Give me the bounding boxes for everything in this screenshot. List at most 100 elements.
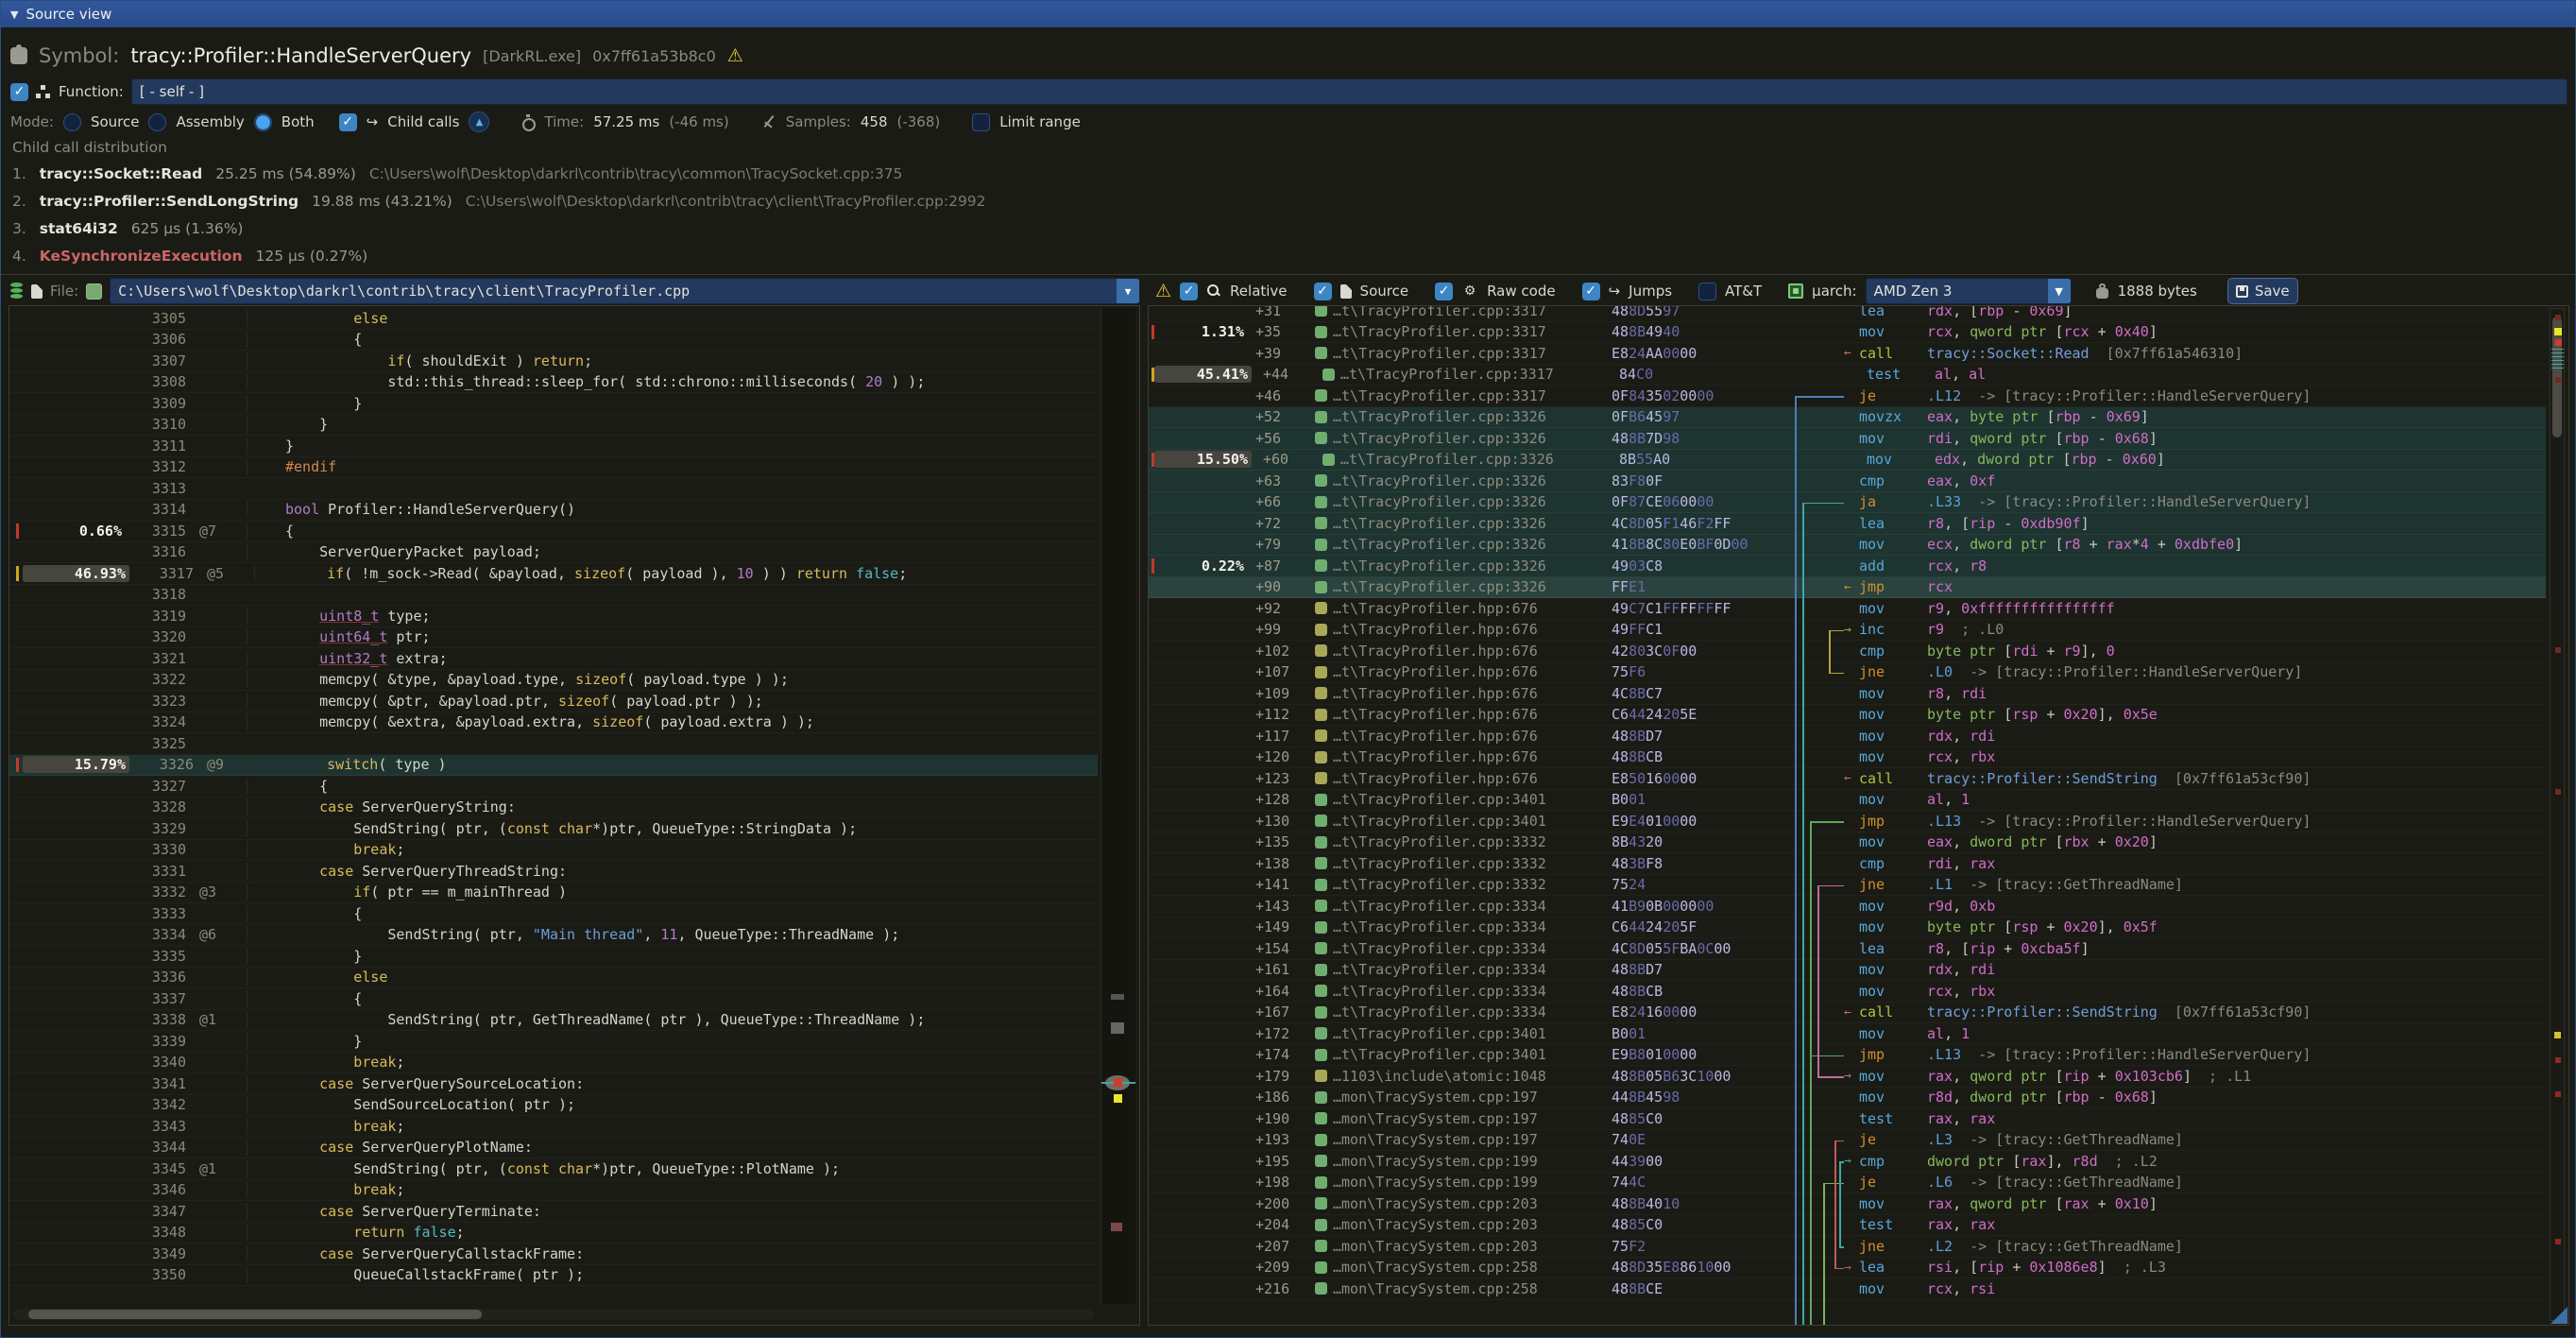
asm-row[interactable]: +207…mon\TracySystem.cpp:20375F2jne.L2 -…: [1149, 1236, 2546, 1258]
asm-row[interactable]: +128…t\TracyProfiler.cpp:3401B001moval, …: [1149, 790, 2546, 812]
source-line[interactable]: 3316 ServerQueryPacket payload;: [9, 542, 1098, 564]
asm-row[interactable]: +149…t\TracyProfiler.cpp:3334C64424205Fm…: [1149, 918, 2546, 939]
asm-row[interactable]: +79…t\TracyProfiler.cpp:3326418B8C80E0BF…: [1149, 535, 2546, 557]
scrollbar-thumb[interactable]: [28, 1310, 482, 1319]
asm-row[interactable]: 0.22%+87…t\TracyProfiler.cpp:33264903C8a…: [1149, 556, 2546, 577]
source-minimap[interactable]: [1100, 308, 1135, 1304]
asm-row[interactable]: +190…mon\TracySystem.cpp:1974885C0testra…: [1149, 1108, 2546, 1130]
source-line[interactable]: 3314bool Profiler::HandleServerQuery(): [9, 500, 1098, 522]
source-line[interactable]: 3333 {: [9, 903, 1098, 925]
source-line[interactable]: 3347 case ServerQueryTerminate:: [9, 1201, 1098, 1223]
source-line[interactable]: 3321 uint32_t extra;: [9, 648, 1098, 670]
asm-row[interactable]: +172…t\TracyProfiler.cpp:3401B001moval, …: [1149, 1023, 2546, 1045]
source-line[interactable]: 3329 SendString( ptr, (const char*)ptr, …: [9, 818, 1098, 840]
source-line[interactable]: 3340 break;: [9, 1053, 1098, 1074]
source-checkbox[interactable]: ✓: [1314, 283, 1332, 300]
source-line[interactable]: 3307 if( shouldExit ) return;: [9, 351, 1098, 372]
asm-row[interactable]: +72…t\TracyProfiler.cpp:33264C8D05F146F2…: [1149, 513, 2546, 535]
asm-row[interactable]: +39…t\TracyProfiler.cpp:3317E824AA0000←c…: [1149, 343, 2546, 365]
asm-row[interactable]: +102…t\TracyProfiler.hpp:67642803C0F00cm…: [1149, 641, 2546, 662]
child-call-row[interactable]: 2.tracy::Profiler::SendLongString19.88 m…: [12, 193, 2567, 210]
source-line[interactable]: 3330 break;: [9, 840, 1098, 862]
asm-row[interactable]: +141…t\TracyProfiler.cpp:33327524jne.L1 …: [1149, 875, 2546, 897]
source-line[interactable]: 3325: [9, 733, 1098, 755]
source-line[interactable]: 3344 case ServerQueryPlotName:: [9, 1138, 1098, 1159]
source-line[interactable]: 3343 break;: [9, 1116, 1098, 1138]
resize-grip[interactable]: [2550, 1307, 2567, 1324]
jumps-checkbox[interactable]: ✓: [1582, 283, 1600, 300]
asm-row[interactable]: +112…t\TracyProfiler.hpp:676C64424205Emo…: [1149, 705, 2546, 727]
source-line[interactable]: 3320 uint64_t ptr;: [9, 627, 1098, 649]
source-line[interactable]: 3323 memcpy( &ptr, &payload.ptr, sizeof(…: [9, 691, 1098, 712]
source-line[interactable]: 15.79%3326@9 switch( type ): [9, 755, 1098, 777]
asm-row[interactable]: +107…t\TracyProfiler.hpp:67675F6jne.L0 -…: [1149, 662, 2546, 684]
child-call-row[interactable]: 1.tracy::Socket::Read25.25 ms (54.89%)C:…: [12, 165, 2567, 182]
source-line[interactable]: 3336 else: [9, 968, 1098, 989]
asm-row[interactable]: +209…mon\TracySystem.cpp:258488D35E88610…: [1149, 1258, 2546, 1279]
asm-row[interactable]: +52…t\TracyProfiler.cpp:33260FB64597movz…: [1149, 407, 2546, 429]
source-line[interactable]: 3324 memcpy( &extra, &payload.extra, siz…: [9, 712, 1098, 734]
asm-row[interactable]: +120…t\TracyProfiler.hpp:676488BCBmovrcx…: [1149, 747, 2546, 769]
asm-row[interactable]: +161…t\TracyProfiler.cpp:3334488BD7movrd…: [1149, 960, 2546, 982]
asm-row[interactable]: +174…t\TracyProfiler.cpp:3401E9B8010000j…: [1149, 1045, 2546, 1067]
asm-row[interactable]: +109…t\TracyProfiler.hpp:6764C8BC7movr8,…: [1149, 683, 2546, 705]
assembly-scrollbar[interactable]: [2550, 308, 2565, 1321]
asm-row[interactable]: +193…mon\TracySystem.cpp:197740Eje.L3 ->…: [1149, 1130, 2546, 1152]
asm-row[interactable]: +198…mon\TracySystem.cpp:199744Cje.L6 ->…: [1149, 1173, 2546, 1194]
relative-checkbox[interactable]: ✓: [1180, 283, 1198, 300]
source-line[interactable]: 3350 QueueCallstackFrame( ptr );: [9, 1265, 1098, 1287]
source-line[interactable]: 3318: [9, 585, 1098, 607]
asm-row[interactable]: +179…1103\include\atomic:1048488B05B63C1…: [1149, 1066, 2546, 1088]
asm-row[interactable]: +195…mon\TracySystem.cpp:199443900→cmpdw…: [1149, 1151, 2546, 1173]
source-line[interactable]: 3328 case ServerQueryString:: [9, 798, 1098, 819]
child-calls-checkbox[interactable]: ✓: [339, 113, 357, 131]
uarch-select-arrow[interactable]: ▼: [2048, 279, 2071, 303]
source-line[interactable]: 3338@1 SendString( ptr, GetThreadName( p…: [9, 1010, 1098, 1032]
asm-row[interactable]: +117…t\TracyProfiler.hpp:676488BD7movrdx…: [1149, 726, 2546, 747]
save-button[interactable]: Save: [2227, 278, 2298, 304]
window-title-bar[interactable]: ▼ Source view: [1, 1, 2575, 27]
function-select[interactable]: [ - self - ]: [131, 78, 2567, 105]
source-line[interactable]: 3337 {: [9, 988, 1098, 1010]
source-line[interactable]: 3334@6 SendString( ptr, "Main thread", 1…: [9, 925, 1098, 947]
asm-row[interactable]: +200…mon\TracySystem.cpp:203488B4010movr…: [1149, 1193, 2546, 1215]
asm-row[interactable]: +186…mon\TracySystem.cpp:197448B4598movr…: [1149, 1088, 2546, 1109]
asm-row[interactable]: 1.31%+35…t\TracyProfiler.cpp:3317488B494…: [1149, 322, 2546, 344]
asm-row[interactable]: +56…t\TracyProfiler.cpp:3326488B7D98movr…: [1149, 428, 2546, 450]
child-call-row[interactable]: 4.KeSynchronizeExecution125 µs (0.27%): [12, 248, 2567, 265]
asm-row[interactable]: +167…t\TracyProfiler.cpp:3334E824160000←…: [1149, 1003, 2546, 1024]
source-line[interactable]: 3348 return false;: [9, 1223, 1098, 1244]
source-line[interactable]: 3310 }: [9, 415, 1098, 437]
asm-row[interactable]: +123…t\TracyProfiler.hpp:676E850160000←c…: [1149, 768, 2546, 790]
asm-warning-icon[interactable]: ⚠: [1155, 281, 1171, 301]
radio-both[interactable]: [254, 113, 272, 131]
raw-code-checkbox[interactable]: ✓: [1435, 283, 1453, 300]
file-select-arrow[interactable]: ▼: [1117, 279, 1139, 303]
asm-row[interactable]: +92…t\TracyProfiler.hpp:67649C7C1FFFFFFF…: [1149, 598, 2546, 620]
asm-row[interactable]: +164…t\TracyProfiler.cpp:3334488BCBmovrc…: [1149, 981, 2546, 1003]
asm-row[interactable]: +66…t\TracyProfiler.cpp:33260F87CE060000…: [1149, 492, 2546, 514]
source-line[interactable]: 3346 break;: [9, 1180, 1098, 1202]
att-checkbox[interactable]: [1698, 283, 1716, 300]
source-line[interactable]: 46.93%3317@5 if( !m_sock->Read( &payload…: [9, 563, 1098, 585]
asm-row[interactable]: +204…mon\TracySystem.cpp:2034885C0testra…: [1149, 1215, 2546, 1237]
asm-row[interactable]: 15.50%+60…t\TracyProfiler.cpp:33268B55A0…: [1149, 450, 2546, 472]
source-line[interactable]: 3319 uint8_t type;: [9, 606, 1098, 627]
source-files-icon[interactable]: [10, 283, 24, 300]
source-line[interactable]: 3306 {: [9, 330, 1098, 352]
source-line[interactable]: 0.66%3315@7{: [9, 521, 1098, 542]
asm-row[interactable]: +130…t\TracyProfiler.cpp:3401E9E4010000j…: [1149, 811, 2546, 832]
asm-row[interactable]: +99…t\TracyProfiler.hpp:67649FFC1→incr9 …: [1149, 620, 2546, 642]
asm-row[interactable]: +138…t\TracyProfiler.cpp:3332483BF8cmprd…: [1149, 853, 2546, 875]
asm-row[interactable]: +143…t\TracyProfiler.cpp:333441B90B00000…: [1149, 896, 2546, 918]
source-line[interactable]: 3342 SendSourceLocation( ptr );: [9, 1095, 1098, 1117]
source-line[interactable]: 3309 }: [9, 393, 1098, 415]
source-line[interactable]: 3308 std::this_thread::sleep_for( std::c…: [9, 372, 1098, 394]
child-call-row[interactable]: 3.stat64i32625 µs (1.36%): [12, 220, 2567, 237]
asm-row[interactable]: +216…mon\TracySystem.cpp:258488BCEmovrcx…: [1149, 1278, 2546, 1300]
source-line[interactable]: 3341 case ServerQuerySourceLocation:: [9, 1073, 1098, 1095]
asm-row[interactable]: 45.41%+44…t\TracyProfiler.cpp:331784C0te…: [1149, 365, 2546, 386]
asm-row[interactable]: +63…t\TracyProfiler.cpp:332683F80Fcmpeax…: [1149, 471, 2546, 492]
function-checkbox[interactable]: ✓: [10, 83, 28, 101]
source-line[interactable]: 3345@1 SendString( ptr, (const char*)ptr…: [9, 1158, 1098, 1180]
